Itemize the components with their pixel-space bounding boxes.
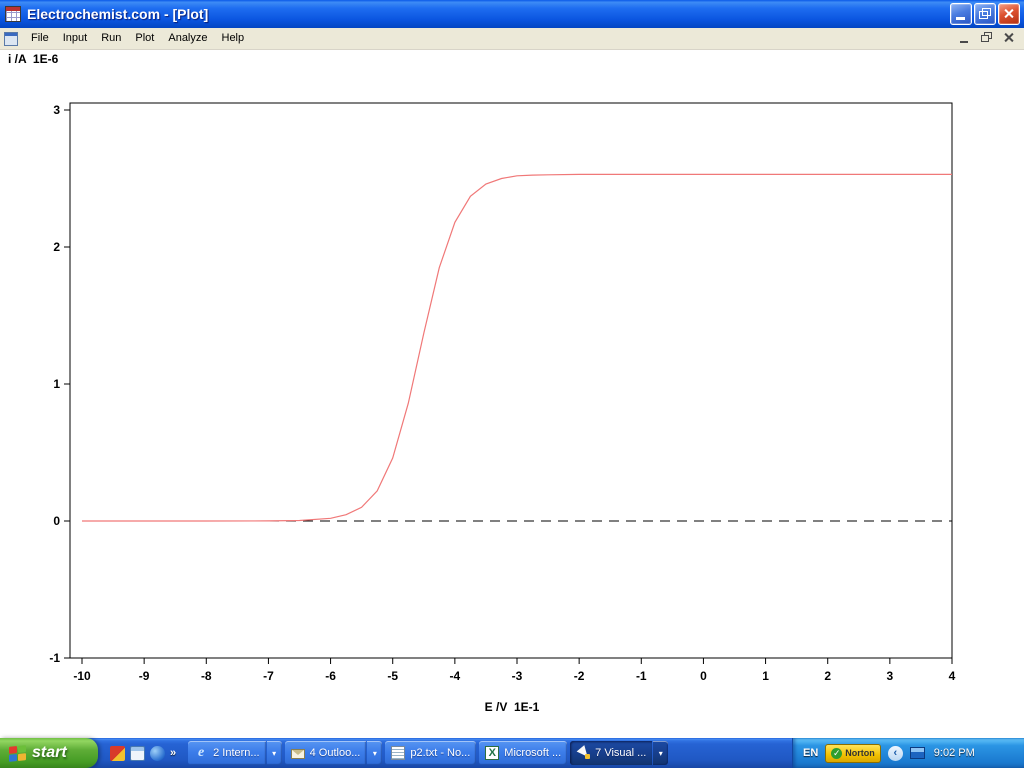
x-tick-label: 2 [824,669,831,683]
menu-help[interactable]: Help [215,28,252,49]
system-tray: EN ✓ Norton ‹ 9:02 PM [792,738,1024,768]
y-tick-label: 1 [53,377,60,391]
restore-icon [979,8,991,19]
taskbar-group-dropdown[interactable]: ▾ [267,741,282,765]
tray-collapse-chevron[interactable]: ‹ [888,746,903,761]
menu-analyze[interactable]: Analyze [161,28,214,49]
internet-explorer-icon: e [194,746,208,760]
taskbar-button-visual-studio[interactable]: 7 Visual ... [570,741,652,765]
network-icon[interactable] [910,747,925,759]
close-button[interactable] [998,3,1020,25]
x-tick-label: -7 [263,669,274,683]
plot-frame [70,103,952,658]
taskbar-button-outlook[interactable]: 4 Outloo... [285,741,367,765]
title-bar: Electrochemist.com - [Plot] [0,0,1024,28]
quick-launch-overflow-chevron[interactable]: » [170,747,176,759]
mdi-window-controls [958,31,1016,45]
norton-antivirus-icon[interactable]: ✓ Norton [825,744,881,763]
minimize-icon [960,41,968,43]
taskbar-button-label: 4 Outloo... [310,747,361,759]
x-tick-label: 0 [700,669,707,683]
restore-button[interactable] [974,3,996,25]
x-tick-label: -8 [201,669,212,683]
taskbar-button-label: 2 Intern... [213,747,259,759]
restore-icon [981,32,992,42]
close-icon [1004,32,1014,43]
x-tick-label: -3 [512,669,523,683]
taskbar-group-dropdown[interactable]: ▾ [653,741,668,765]
close-icon [1004,8,1014,19]
minimize-icon [956,17,965,20]
taskbar-button-label: p2.txt - No... [410,747,470,759]
x-tick-label: 4 [949,669,956,683]
x-tick-label: -4 [450,669,461,683]
x-tick-label: -9 [139,669,150,683]
app-icon[interactable] [5,6,21,22]
start-button[interactable]: start [0,738,98,768]
notepad-icon [391,746,405,760]
y-tick-label: 0 [53,514,60,528]
menu-run[interactable]: Run [94,28,128,49]
x-tick-label: -2 [574,669,585,683]
y-axis-title: i /A 1E-6 [8,52,58,66]
taskbar-button-notepad[interactable]: p2.txt - No... [385,741,476,765]
excel-icon: X [485,746,499,760]
mdi-restore-button[interactable] [980,31,994,45]
quick-launch-bar: » [98,746,184,761]
plot-svg: 3210-1-10-9-8-7-6-5-4-3-2-101234 [0,50,1024,738]
x-tick-label: 1 [762,669,769,683]
quick-launch-icon-2[interactable] [130,746,145,761]
plot-client-area: i /A 1E-6 3210-1-10-9-8-7-6-5-4-3-2-1012… [0,50,1024,738]
window-controls [950,3,1020,25]
taskbar-button-excel[interactable]: X Microsoft ... [479,741,567,765]
quick-launch-icon-1[interactable] [110,746,125,761]
desktop: Electrochemist.com - [Plot] File Input R… [0,0,1024,768]
menu-plot[interactable]: Plot [128,28,161,49]
y-tick-label: 2 [53,240,60,254]
windows-logo-icon [9,745,26,762]
taskbar-button-label: 7 Visual ... [595,747,646,759]
taskbar-group-dropdown[interactable]: ▾ [367,741,382,765]
y-tick-label: -1 [49,651,60,665]
x-tick-label: -6 [325,669,336,683]
x-axis-title: E /V 1E-1 [402,700,622,714]
y-tick-label: 3 [53,103,60,117]
check-icon: ✓ [831,748,842,759]
norton-label: Norton [845,748,875,758]
menu-file[interactable]: File [24,28,56,49]
clock[interactable]: 9:02 PM [934,747,975,759]
x-tick-label: -1 [636,669,647,683]
mdi-close-button[interactable] [1002,31,1016,45]
taskbar: start » e 2 Intern... ▾ 4 Outloo... ▾ [0,738,1024,768]
minimize-button[interactable] [950,3,972,25]
x-tick-label: 3 [887,669,894,683]
language-indicator[interactable]: EN [803,747,818,759]
start-label: start [32,744,67,762]
window-title: Electrochemist.com - [Plot] [27,6,208,22]
outlook-icon [291,749,305,759]
quick-launch-icon-3[interactable] [150,746,165,761]
data-curve [82,174,952,521]
x-tick-label: -10 [73,669,91,683]
menu-input[interactable]: Input [56,28,94,49]
visual-studio-icon [576,746,590,760]
taskbar-button-internet-explorer[interactable]: e 2 Intern... [188,741,265,765]
mdi-minimize-button[interactable] [958,31,972,45]
menu-bar: File Input Run Plot Analyze Help [0,28,1024,50]
child-window-icon[interactable] [4,32,18,46]
x-tick-label: -5 [387,669,398,683]
taskbar-button-label: Microsoft ... [504,747,561,759]
